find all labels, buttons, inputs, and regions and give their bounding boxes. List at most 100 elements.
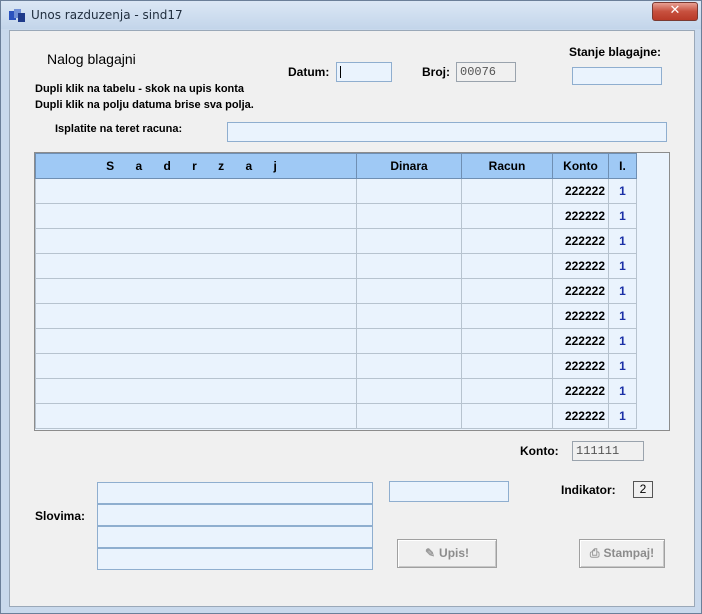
cell-dinara[interactable]	[356, 203, 462, 229]
column-header-indikator[interactable]: I.	[608, 153, 637, 179]
cell-indikator[interactable]: 1	[608, 378, 637, 404]
cell-konto[interactable]: 222222	[552, 353, 609, 379]
cell-konto[interactable]: 222222	[552, 403, 609, 429]
cell-dinara[interactable]	[356, 253, 462, 279]
cell-racun[interactable]	[461, 378, 553, 404]
upis-button-label: Upis!	[439, 546, 470, 560]
entries-table[interactable]: S a d r z a j Dinara Racun Konto I. 2222…	[34, 152, 670, 431]
datum-field[interactable]	[336, 62, 392, 82]
table-row[interactable]: 222222 1	[35, 353, 637, 379]
cell-racun[interactable]	[461, 403, 553, 429]
cell-indikator[interactable]: 1	[608, 328, 637, 354]
form-heading: Nalog blagajni	[47, 51, 136, 67]
broj-field[interactable]: 00076	[456, 62, 516, 82]
cell-indikator[interactable]: 1	[608, 228, 637, 254]
cell-dinara[interactable]	[356, 328, 462, 354]
table-row[interactable]: 222222 1	[35, 178, 637, 204]
cell-dinara[interactable]	[356, 278, 462, 304]
stanje-field[interactable]	[572, 67, 662, 85]
cell-racun[interactable]	[461, 278, 553, 304]
column-header-racun[interactable]: Racun	[461, 153, 553, 179]
table-header-row: S a d r z a j Dinara Racun Konto I.	[35, 153, 637, 179]
pen-icon: ✎	[424, 546, 436, 560]
cell-sadrzaj[interactable]	[35, 403, 357, 429]
slovima-line-4[interactable]	[97, 548, 373, 570]
cell-konto[interactable]: 222222	[552, 228, 609, 254]
window-title: Unos razduzenja - sind17	[31, 8, 183, 22]
form-panel: Nalog blagajni Dupli klik na tabelu - sk…	[9, 30, 695, 607]
cell-racun[interactable]	[461, 228, 553, 254]
cell-indikator[interactable]: 1	[608, 253, 637, 279]
table-row[interactable]: 222222 1	[35, 403, 637, 429]
cell-sadrzaj[interactable]	[35, 253, 357, 279]
cell-indikator[interactable]: 1	[608, 278, 637, 304]
cell-indikator[interactable]: 1	[608, 178, 637, 204]
cell-sadrzaj[interactable]	[35, 378, 357, 404]
cell-konto[interactable]: 222222	[552, 378, 609, 404]
cell-konto[interactable]: 222222	[552, 178, 609, 204]
cell-indikator[interactable]: 1	[608, 403, 637, 429]
entries-grid: S a d r z a j Dinara Racun Konto I. 2222…	[35, 153, 637, 429]
stanje-label: Stanje blagajne:	[569, 45, 662, 59]
cell-racun[interactable]	[461, 203, 553, 229]
konto-label: Konto:	[520, 444, 559, 458]
close-button[interactable]: ✕	[652, 2, 698, 21]
amount-field[interactable]	[389, 481, 509, 502]
isplatite-label: Isplatite na teret racuna:	[55, 123, 183, 135]
cell-dinara[interactable]	[356, 353, 462, 379]
table-row[interactable]: 222222 1	[35, 253, 637, 279]
table-row[interactable]: 222222 1	[35, 278, 637, 304]
cell-racun[interactable]	[461, 328, 553, 354]
cell-racun[interactable]	[461, 178, 553, 204]
column-header-konto[interactable]: Konto	[552, 153, 609, 179]
cell-konto[interactable]: 222222	[552, 203, 609, 229]
cell-dinara[interactable]	[356, 403, 462, 429]
broj-label: Broj:	[422, 65, 450, 79]
printer-icon: ⎙	[589, 546, 600, 560]
slovima-line-3[interactable]	[97, 526, 373, 548]
cell-konto[interactable]: 222222	[552, 278, 609, 304]
cell-sadrzaj[interactable]	[35, 203, 357, 229]
cell-indikator[interactable]: 1	[608, 203, 637, 229]
table-row[interactable]: 222222 1	[35, 203, 637, 229]
hint-line-1: Dupli klik na tabelu - skok na upis kont…	[35, 83, 245, 95]
stampaj-button-label: Stampaj!	[603, 546, 655, 560]
indikator-field[interactable]: 2	[633, 481, 653, 498]
app-icon	[9, 9, 25, 22]
table-row[interactable]: 222222 1	[35, 328, 637, 354]
cell-konto[interactable]: 222222	[552, 303, 609, 329]
cell-indikator[interactable]: 1	[608, 353, 637, 379]
upis-button[interactable]: ✎ Upis!	[397, 539, 497, 568]
cell-konto[interactable]: 222222	[552, 253, 609, 279]
cell-racun[interactable]	[461, 353, 553, 379]
slovima-line-1[interactable]	[97, 482, 373, 504]
cell-sadrzaj[interactable]	[35, 303, 357, 329]
cell-konto[interactable]: 222222	[552, 328, 609, 354]
cell-dinara[interactable]	[356, 378, 462, 404]
cell-indikator[interactable]: 1	[608, 303, 637, 329]
slovima-line-2[interactable]	[97, 504, 373, 526]
cell-sadrzaj[interactable]	[35, 353, 357, 379]
slovima-label: Slovima:	[35, 509, 86, 523]
hint-line-2: Dupli klik na polju datuma brise sva pol…	[35, 99, 254, 111]
cell-racun[interactable]	[461, 303, 553, 329]
cell-sadrzaj[interactable]	[35, 228, 357, 254]
table-row[interactable]: 222222 1	[35, 228, 637, 254]
column-header-dinara[interactable]: Dinara	[356, 153, 462, 179]
cell-sadrzaj[interactable]	[35, 328, 357, 354]
indikator-label: Indikator:	[561, 483, 616, 497]
cell-racun[interactable]	[461, 253, 553, 279]
cell-sadrzaj[interactable]	[35, 178, 357, 204]
table-row[interactable]: 222222 1	[35, 378, 637, 404]
cell-dinara[interactable]	[356, 228, 462, 254]
window: Unos razduzenja - sind17 ✕ Nalog blagajn…	[0, 0, 702, 614]
isplatite-field[interactable]	[227, 122, 667, 142]
datum-label: Datum:	[288, 65, 330, 79]
konto-field[interactable]: 111111	[572, 441, 644, 461]
cell-dinara[interactable]	[356, 178, 462, 204]
stampaj-button[interactable]: ⎙ Stampaj!	[579, 539, 665, 568]
cell-sadrzaj[interactable]	[35, 278, 357, 304]
cell-dinara[interactable]	[356, 303, 462, 329]
column-header-sadrzaj[interactable]: S a d r z a j	[35, 153, 357, 179]
table-row[interactable]: 222222 1	[35, 303, 637, 329]
